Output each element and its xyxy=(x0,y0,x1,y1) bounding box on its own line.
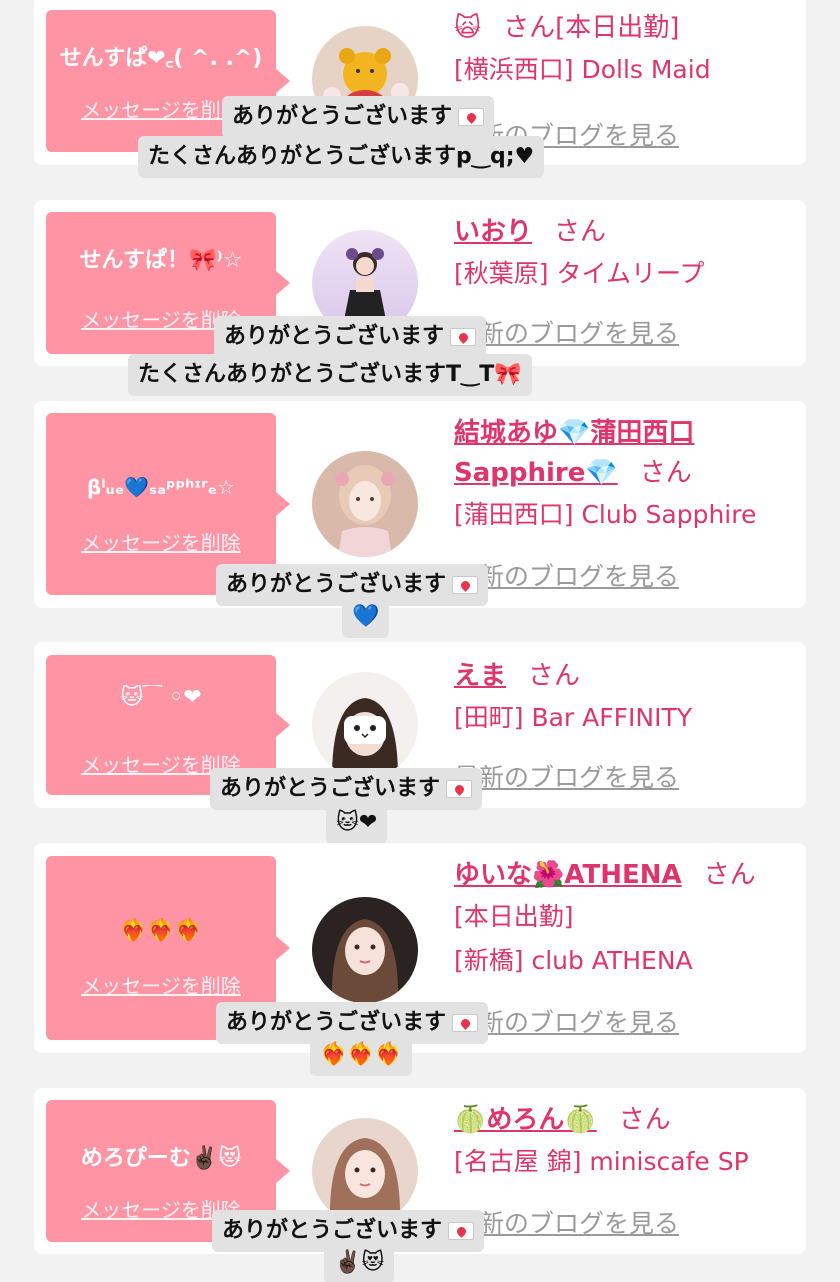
thanks-text: ありがとうございます xyxy=(222,1218,443,1243)
cast-info: いおり さん [秋葉原] タイムリープ xyxy=(454,212,796,296)
message-text: 🐱⁀ ◦❤ xyxy=(120,685,202,710)
thanks-tooltip-line2: 🐱❤ xyxy=(326,802,388,844)
envelope-heart-icon xyxy=(446,780,473,798)
envelope-heart-icon xyxy=(458,108,485,126)
thanks-text: ありがとうございます xyxy=(226,1010,447,1035)
envelope-heart-icon xyxy=(448,1222,475,1240)
message-text: ❤‍🔥❤‍🔥❤‍🔥 xyxy=(119,918,203,943)
envelope-heart-icon xyxy=(452,1014,479,1032)
delete-message-link[interactable]: メッセージを削除 xyxy=(46,527,276,556)
delete-message-link[interactable]: メッセージを削除 xyxy=(46,970,276,999)
latest-blog-link[interactable]: 最新のブログを見る xyxy=(454,314,679,350)
latest-blog-link[interactable]: 最新のブログを見る xyxy=(454,1204,679,1240)
store-text: [秋葉原] タイムリープ xyxy=(454,259,705,288)
thanks-text: ありがとうございます xyxy=(220,776,441,801)
honorific: さん xyxy=(639,458,692,488)
cast-name-line: いおり さん xyxy=(454,212,796,252)
thanks-text: ありがとうございます xyxy=(226,572,447,597)
cast-info: ゆいな🌺ATHENA さん [本日出勤] [新橋] club ATHENA xyxy=(454,855,796,983)
honorific: さん xyxy=(503,13,556,43)
cast-name-line: えま さん xyxy=(454,656,796,696)
cast-photo-image xyxy=(335,465,395,557)
cast-name-line: 🍈めろん🍈 さん xyxy=(454,1100,796,1140)
honorific: さん xyxy=(528,661,581,691)
cast-name-link[interactable]: ゆいな🌺ATHENA xyxy=(454,860,682,890)
thanks-tooltip-line2: ✌🏿😻 xyxy=(324,1242,395,1282)
envelope-heart-icon xyxy=(450,328,477,346)
thanks-tooltip: ありがとうございます xyxy=(222,96,495,138)
status-text: [本日出勤] xyxy=(555,13,680,43)
cast-info: 結城あゆ💎蒲田西口 Sapphire💎 さん [蒲田西口] Club Sapphi… xyxy=(454,413,796,537)
store-text: [横浜西口] Dolls Maid xyxy=(454,55,711,84)
message-text: せんすぱ❤︎꜀( ^. .^) xyxy=(59,46,263,71)
cast-photo-image xyxy=(329,1138,401,1224)
store-text: [蒲田西口] Club Sapphire xyxy=(454,500,757,529)
avatar[interactable] xyxy=(312,451,418,557)
cast-info: えま さん [田町] Bar AFFINITY xyxy=(454,656,796,740)
message-text: せんすぱ！🎀⁾☆ xyxy=(79,248,243,273)
cast-name-link[interactable]: 結城あゆ💎蒲田西口 xyxy=(454,418,694,448)
honorific: さん xyxy=(554,217,607,247)
cast-name-link[interactable]: えま xyxy=(454,661,506,691)
cast-name-line-2: Sapphire💎 さん xyxy=(454,453,796,493)
cast-name-link-2[interactable]: Sapphire💎 xyxy=(454,458,618,488)
cast-name-link[interactable]: 🍈めろん🍈 xyxy=(454,1105,597,1135)
cast-photo-image xyxy=(331,919,399,1003)
avatar[interactable] xyxy=(312,1118,418,1224)
cast-name-line: 🙀 さん[本日出勤] xyxy=(454,8,796,48)
message-text: めろぴーむ✌🏿😻 xyxy=(80,1146,242,1171)
cast-photo-image xyxy=(332,698,398,778)
avatar[interactable] xyxy=(312,897,418,1003)
store-text: [新橋] club ATHENA xyxy=(454,946,693,975)
cast-name-line: ゆいな🌺ATHENA さん xyxy=(454,855,796,895)
cast-name: 🙀 xyxy=(454,13,482,43)
honorific: さん xyxy=(618,1105,671,1135)
store-text: [田町] Bar AFFINITY xyxy=(454,703,693,732)
cast-info: 🍈めろん🍈 さん [名古屋 錦] miniscafe SP xyxy=(454,1100,796,1184)
honorific: さん xyxy=(703,860,756,890)
message-text: βˡᵤₑ💙ₛₐᵖᵖʰᶦʳₑ☆ xyxy=(86,475,236,499)
status-text: [本日出勤] xyxy=(454,902,574,931)
cast-name-link[interactable]: いおり xyxy=(454,217,532,247)
latest-blog-link[interactable]: 最新のブログを見る xyxy=(454,758,679,794)
envelope-heart-icon xyxy=(452,576,479,594)
cast-name-line: 結城あゆ💎蒲田西口 xyxy=(454,413,796,453)
thanks-text: ありがとうございます xyxy=(224,324,445,349)
thanks-tooltip-line2: たくさんありがとうございますT‿T🎀 xyxy=(128,354,532,396)
thanks-tooltip: ありがとうございます xyxy=(214,316,487,358)
avatar[interactable] xyxy=(312,672,418,778)
thanks-text: ありがとうございます xyxy=(232,104,453,129)
thanks-tooltip-line2: ❤‍🔥❤‍🔥❤‍🔥 xyxy=(310,1034,413,1076)
thanks-tooltip-line2: たくさんありがとうございますp‿q;♥ xyxy=(138,136,545,178)
cast-info: 🙀 さん[本日出勤] [横浜西口] Dolls Maid xyxy=(454,8,796,92)
store-text: [名古屋 錦] miniscafe SP xyxy=(454,1147,749,1176)
thanks-tooltip-line2: 💙 xyxy=(342,596,390,638)
